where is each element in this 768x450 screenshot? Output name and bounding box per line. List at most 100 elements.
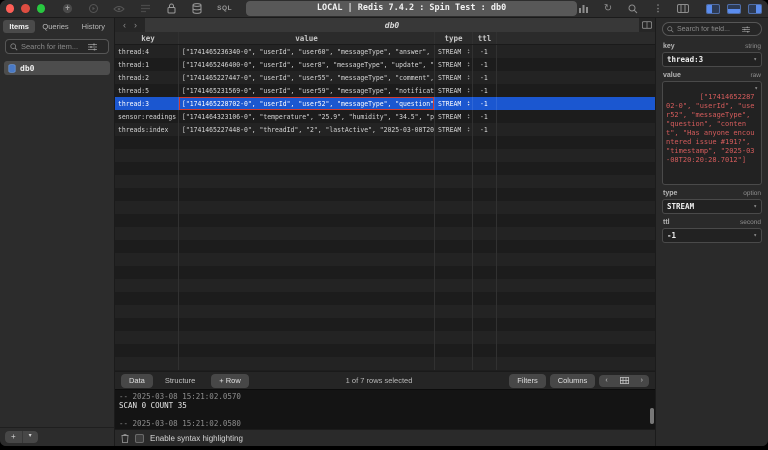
type-stepper-icon[interactable]: ▴▾ <box>467 101 470 107</box>
tab-db0[interactable]: db0 <box>145 18 639 32</box>
type-stepper-icon[interactable]: ▴▾ <box>467 127 470 133</box>
console-line <box>119 410 651 419</box>
lock-icon[interactable] <box>165 3 177 15</box>
type-stepper-icon[interactable]: ▴▾ <box>467 62 470 68</box>
field-ttl-select[interactable]: -1 ▾ <box>662 228 762 243</box>
search-icon <box>667 26 674 33</box>
sidebar-tab-queries[interactable]: Queries <box>36 20 74 33</box>
table-row[interactable]: thread:1["1741465246400-0", "userId", "u… <box>115 58 655 71</box>
run-icon[interactable] <box>87 3 99 15</box>
inspector-search[interactable] <box>662 22 762 36</box>
table-row[interactable]: threads:index["1741465227448-0", "thread… <box>115 123 655 136</box>
add-item-menu-button[interactable]: ▾ <box>22 431 38 443</box>
inspector-search-input[interactable] <box>677 26 739 33</box>
field-type-select[interactable]: STREAM ▾ <box>662 199 762 214</box>
field-value-label: value <box>663 72 681 79</box>
bottom-toolbar: Data Structure + Row 1 of 7 rows selecte… <box>115 371 655 389</box>
syntax-highlighting-checkbox[interactable] <box>135 434 144 443</box>
connection-icon[interactable] <box>61 3 73 15</box>
page-back-button[interactable]: ‹ <box>599 375 613 387</box>
window-title: LOCAL | Redis 7.4.2 : Spin Test : db0 <box>246 1 577 16</box>
nav-back-button[interactable]: ‹ <box>123 20 126 30</box>
empty-table-row <box>115 318 655 331</box>
toggle-right-panel-icon[interactable] <box>748 4 762 14</box>
console-line: SCAN 0 COUNT 35 <box>119 401 651 410</box>
empty-table-row <box>115 162 655 175</box>
column-header-key[interactable]: key <box>115 32 179 44</box>
column-header-type[interactable]: type <box>435 32 473 44</box>
table-row[interactable]: thread:5["1741465231569-0", "userId", "u… <box>115 84 655 97</box>
tab-data[interactable]: Data <box>121 374 153 388</box>
sidebar-tab-history[interactable]: History <box>76 20 111 33</box>
empty-table-row <box>115 214 655 227</box>
empty-table-row <box>115 279 655 292</box>
table-row[interactable]: thread:2["1741465227447-0", "userId", "u… <box>115 71 655 84</box>
chevron-down-icon[interactable]: ▾ <box>754 84 758 93</box>
field-value-type: raw <box>751 72 761 79</box>
type-stepper-icon[interactable]: ▴▾ <box>467 49 470 55</box>
main-area: ‹ › db0 key value type ttl thread:4["174… <box>115 18 655 446</box>
empty-table-row <box>115 175 655 188</box>
close-window-button[interactable] <box>6 4 14 13</box>
tab-overview-icon[interactable] <box>677 3 689 15</box>
column-header-value[interactable]: value <box>179 32 435 44</box>
chevron-down-icon: ▾ <box>753 232 757 239</box>
type-stepper-icon[interactable]: ▴▾ <box>467 75 470 81</box>
chevron-down-icon: ▾ <box>753 56 757 63</box>
sidebar-item-db0[interactable]: db0 <box>4 61 110 75</box>
type-stepper-icon[interactable]: ▴▾ <box>467 114 470 120</box>
toggle-inspector-icon[interactable] <box>639 18 655 32</box>
refresh-icon[interactable]: ↻ <box>602 3 614 15</box>
empty-table-row <box>115 266 655 279</box>
selection-status: 1 of 7 rows selected <box>253 376 506 385</box>
table-body: thread:4["1741465236340-0", "userId", "u… <box>115 45 655 371</box>
titlebar: SQL LOCAL | Redis 7.4.2 : Spin Test : db… <box>0 0 768 18</box>
search-icon[interactable] <box>627 3 639 15</box>
column-header-ttl[interactable]: ttl <box>473 32 497 44</box>
empty-table-row <box>115 331 655 344</box>
toggle-bottom-panel-icon[interactable] <box>727 4 741 14</box>
empty-table-row <box>115 136 655 149</box>
page-grid-icon[interactable] <box>614 375 635 387</box>
database-icon[interactable] <box>191 3 203 15</box>
type-stepper-icon[interactable]: ▴▾ <box>467 88 470 94</box>
more-icon[interactable]: ⋮ <box>652 3 664 15</box>
console-line: -- 2025-03-08 15:21:02.0580 <box>119 419 651 428</box>
chevron-down-icon: ▾ <box>753 203 757 210</box>
table-row[interactable]: sensor:readings["1741464323106-0", "temp… <box>115 110 655 123</box>
pagination-control: ‹ › <box>599 375 649 387</box>
table-row[interactable]: thread:4["1741465236340-0", "userId", "u… <box>115 45 655 58</box>
app-window: SQL LOCAL | Redis 7.4.2 : Spin Test : db… <box>0 0 768 446</box>
sidebar-search-input[interactable] <box>21 42 85 51</box>
query-console[interactable]: -- 2025-03-08 15:21:02.0570SCAN 0 COUNT … <box>115 389 655 429</box>
field-value-editor[interactable]: ["1741465228702-0", "userId", "user52", … <box>662 81 762 185</box>
page-forward-button[interactable]: › <box>635 375 649 387</box>
empty-table-row <box>115 240 655 253</box>
sidebar-search[interactable] <box>5 39 109 54</box>
empty-table-row <box>115 253 655 266</box>
tab-structure[interactable]: Structure <box>157 374 203 388</box>
toggle-left-panel-icon[interactable] <box>706 4 720 14</box>
chart-icon[interactable] <box>577 3 589 15</box>
console-scrollbar[interactable] <box>650 408 654 424</box>
trash-icon[interactable] <box>121 433 129 443</box>
zoom-window-button[interactable] <box>37 4 45 13</box>
table-row[interactable]: thread:3["1741465228702-0", "userId", "u… <box>115 97 655 110</box>
add-item-button[interactable]: + <box>5 431 22 443</box>
filter-icon[interactable] <box>88 43 97 51</box>
field-inspector: key string thread:3 ▾ value raw ["174146… <box>655 18 768 446</box>
columns-button[interactable]: Columns <box>550 374 596 388</box>
nav-forward-button[interactable]: › <box>134 20 137 30</box>
console-bottom-bar: Enable syntax highlighting <box>115 429 655 446</box>
filter-icon[interactable] <box>742 26 750 33</box>
filters-button[interactable]: Filters <box>509 374 545 388</box>
eye-icon[interactable] <box>113 3 125 15</box>
field-key-select[interactable]: thread:3 ▾ <box>662 52 762 67</box>
edit-list-icon[interactable] <box>139 3 151 15</box>
console-lines: -- 2025-03-08 15:21:02.0570SCAN 0 COUNT … <box>119 392 651 428</box>
table-header: key value type ttl <box>115 32 655 45</box>
add-row-button[interactable]: + Row <box>211 374 248 388</box>
sidebar-tab-items[interactable]: Items <box>3 20 35 33</box>
minimize-window-button[interactable] <box>21 4 29 13</box>
sidebar-bottom-bar: + ▾ <box>0 427 114 446</box>
